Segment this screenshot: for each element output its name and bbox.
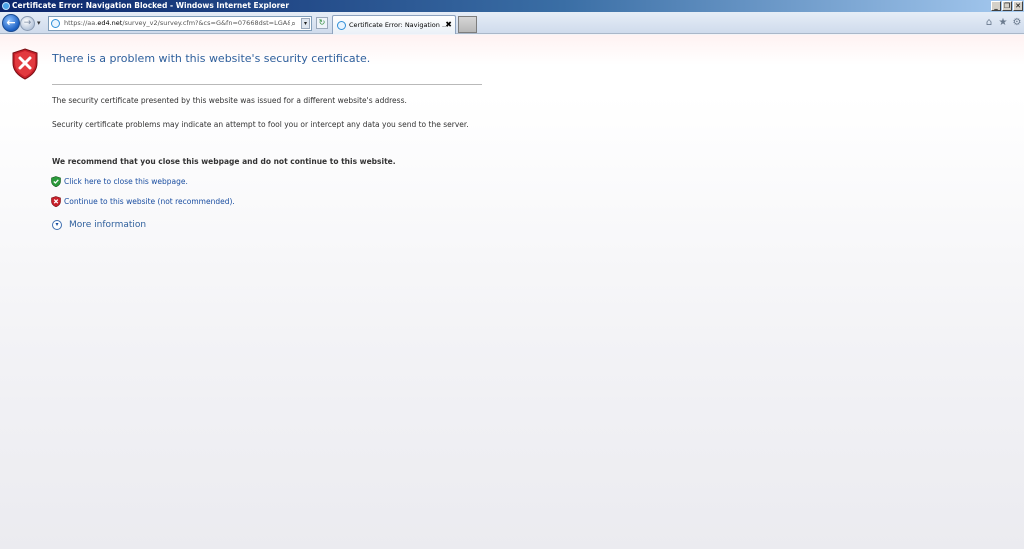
close-webpage-action[interactable]: Click here to close this webpage.	[51, 176, 188, 187]
page-icon	[51, 19, 60, 28]
command-icons: ⌂ ★ ⚙	[984, 17, 1022, 29]
close-webpage-link[interactable]: Click here to close this webpage.	[64, 177, 188, 186]
back-button[interactable]: ←	[2, 14, 20, 32]
recent-pages-dropdown[interactable]: ▾	[37, 19, 41, 27]
red-shield-x-icon	[51, 196, 61, 207]
tab-certificate-error[interactable]: Certificate Error: Navigation ... ✖	[332, 15, 456, 34]
tab-label: Certificate Error: Navigation ...	[349, 21, 449, 29]
tab-page-icon	[337, 21, 346, 30]
divider	[52, 84, 482, 85]
tools-gear-icon[interactable]: ⚙	[1012, 17, 1022, 29]
home-icon[interactable]: ⌂	[984, 17, 994, 29]
address-bar[interactable]: https://aa.ed4.net/survey_v2/survey.cfm?…	[48, 16, 312, 31]
issue-description: The security certificate presented by th…	[52, 96, 407, 105]
more-information-toggle[interactable]: ▾ More information	[52, 220, 146, 230]
green-shield-check-icon	[51, 176, 61, 187]
ie-logo-icon	[2, 2, 10, 10]
address-url[interactable]: https://aa.ed4.net/survey_v2/survey.cfm?…	[64, 17, 290, 30]
recommendation-text: We recommend that you close this webpage…	[52, 157, 396, 166]
page-title: There is a problem with this website's s…	[52, 52, 371, 65]
favorites-star-icon[interactable]: ★	[998, 17, 1008, 29]
risk-description: Security certificate problems may indica…	[52, 120, 469, 129]
continue-website-action[interactable]: Continue to this website (not recommende…	[51, 196, 235, 207]
new-tab-button[interactable]	[458, 16, 477, 33]
shield-error-icon	[12, 48, 38, 80]
restore-button[interactable]: ❐	[1002, 1, 1012, 11]
window-controls: _ ❐ ✕	[991, 1, 1023, 11]
expand-chevron-icon: ▾	[52, 220, 62, 230]
title-bar: Certificate Error: Navigation Blocked - …	[0, 0, 1024, 12]
window-title: Certificate Error: Navigation Blocked - …	[12, 1, 290, 10]
tab-close-icon[interactable]: ✖	[445, 20, 452, 29]
more-information-link[interactable]: More information	[69, 220, 146, 230]
refresh-button[interactable]: ↻	[316, 17, 328, 29]
address-dropdown-button[interactable]: ▾	[301, 18, 310, 29]
minimize-button[interactable]: _	[991, 1, 1001, 11]
error-page: There is a problem with this website's s…	[0, 35, 1024, 549]
continue-website-link[interactable]: Continue to this website (not recommende…	[64, 197, 235, 206]
close-window-button[interactable]: ✕	[1013, 1, 1023, 11]
navigation-bar: ← → ▾ https://aa.ed4.net/survey_v2/surve…	[0, 12, 1024, 34]
search-icon[interactable]: ⌕	[288, 18, 299, 29]
forward-button[interactable]: →	[20, 16, 35, 31]
